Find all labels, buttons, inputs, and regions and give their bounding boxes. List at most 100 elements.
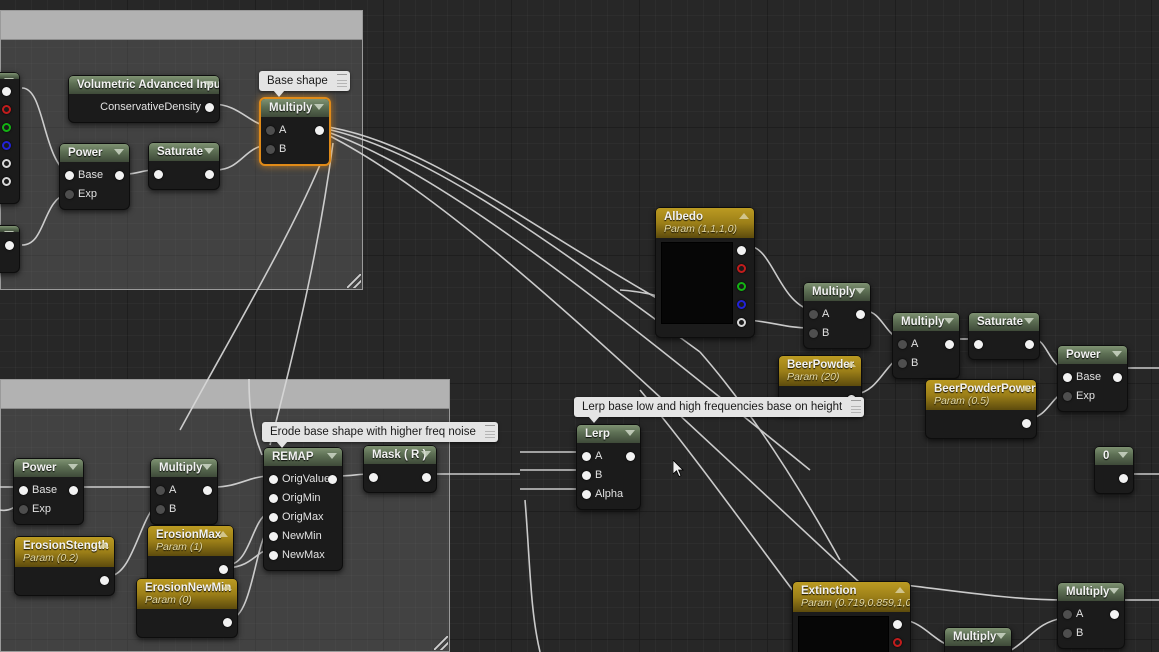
chevron-up-icon[interactable] — [218, 531, 228, 537]
output-pin[interactable] — [1025, 340, 1034, 349]
node-header[interactable]: Power — [60, 144, 129, 162]
node-header[interactable]: Multiply — [893, 313, 959, 331]
node-header[interactable]: Multiply — [151, 459, 217, 477]
output-pin[interactable] — [2, 177, 11, 186]
graph-node[interactable]: Mask ( R ) — [363, 445, 437, 493]
input-pin[interactable] — [156, 486, 165, 495]
chevron-down-icon[interactable] — [327, 453, 337, 459]
output-pin[interactable] — [422, 473, 431, 482]
node-header[interactable]: Power — [1058, 346, 1127, 364]
chevron-up-icon[interactable] — [895, 587, 905, 593]
node-header[interactable]: ErosionNewMin Param (0) — [137, 579, 237, 609]
output-pin[interactable] — [205, 170, 214, 179]
output-pin[interactable] — [2, 123, 11, 132]
input-pin[interactable] — [19, 505, 28, 514]
output-pin[interactable] — [1113, 373, 1122, 382]
graph-node[interactable]: BeerPowderPower Param (0.5) — [925, 379, 1037, 439]
node-header[interactable]: Multiply — [945, 628, 1011, 646]
chevron-down-icon[interactable] — [1109, 588, 1119, 594]
node-header[interactable]: Multiply — [1058, 583, 1124, 601]
graph-node[interactable]: Extinction Param (0.719,0.859,1,0) — [792, 581, 911, 652]
output-pin[interactable] — [737, 318, 746, 327]
chevron-up-icon[interactable] — [739, 213, 749, 219]
chevron-down-icon[interactable] — [996, 633, 1006, 639]
node-header[interactable]: ErosionStength Param (0.2) — [15, 537, 114, 567]
node-header[interactable]: Volumetric Advanced Input — [69, 76, 219, 94]
graph-node[interactable]: Multiply A B — [1057, 582, 1125, 649]
drag-handle-icon[interactable] — [336, 74, 347, 88]
output-pin[interactable] — [2, 105, 11, 114]
node-header[interactable]: Multiply — [261, 99, 329, 117]
node-comment-bubble[interactable]: Lerp base low and high frequencies base … — [574, 397, 865, 423]
graph-node[interactable]: ErosionMax Param (1) — [147, 525, 234, 585]
graph-node[interactable]: ErosionStength Param (0.2) — [14, 536, 115, 596]
output-pin[interactable] — [893, 638, 902, 647]
graph-node[interactable]: Lerp A B Alpha — [576, 424, 641, 510]
output-pin[interactable] — [223, 618, 232, 627]
output-pin[interactable] — [69, 486, 78, 495]
graph-node[interactable]: Saturate — [968, 312, 1040, 360]
chevron-down-icon[interactable] — [204, 81, 214, 87]
input-pin[interactable] — [269, 513, 278, 522]
graph-node[interactable]: Multiply A — [944, 627, 1012, 652]
graph-node[interactable]: REMAP OrigValue OrigMin OrigMax NewMin NewMax — [263, 447, 343, 571]
graph-node[interactable]: Multiply A B — [892, 312, 960, 379]
output-pin[interactable] — [203, 486, 212, 495]
chevron-up-icon[interactable] — [222, 584, 232, 590]
input-pin[interactable] — [19, 486, 28, 495]
node-header[interactable]: Albedo Param (1,1,1,0) — [656, 208, 754, 238]
chevron-down-icon[interactable] — [204, 148, 214, 154]
output-pin[interactable] — [315, 126, 324, 135]
input-pin[interactable] — [369, 473, 378, 482]
node-header[interactable]: Saturate — [969, 313, 1039, 331]
output-pin[interactable] — [2, 87, 11, 96]
node-header[interactable]: Extinction Param (0.719,0.859,1,0) — [793, 582, 910, 612]
node-header[interactable]: Power — [14, 459, 83, 477]
output-pin[interactable] — [1119, 474, 1128, 483]
chevron-down-icon[interactable] — [1112, 351, 1122, 357]
node-comment-bubble[interactable]: Base shape — [259, 71, 350, 97]
output-pin[interactable] — [1022, 419, 1031, 428]
input-pin[interactable] — [269, 532, 278, 541]
input-pin[interactable] — [1063, 629, 1072, 638]
drag-handle-icon[interactable] — [851, 400, 862, 414]
node-header[interactable]: BeerPowder Param (20) — [779, 356, 861, 386]
output-pin[interactable] — [5, 241, 14, 250]
input-pin[interactable] — [1063, 373, 1072, 382]
input-pin[interactable] — [269, 475, 278, 484]
chevron-up-icon[interactable] — [1021, 385, 1031, 391]
output-pin[interactable] — [115, 171, 124, 180]
graph-node[interactable]: ErosionNewMin Param (0) — [136, 578, 238, 638]
input-pin[interactable] — [65, 171, 74, 180]
graph-node[interactable]: Multiply A B — [259, 97, 331, 166]
chevron-down-icon[interactable] — [421, 451, 431, 457]
graph-node[interactable]: 0 — [1094, 446, 1134, 494]
chevron-down-icon[interactable] — [855, 288, 865, 294]
input-pin[interactable] — [1063, 610, 1072, 619]
output-pin[interactable] — [219, 565, 228, 574]
input-pin[interactable] — [154, 170, 163, 179]
chevron-down-icon[interactable] — [68, 464, 78, 470]
graph-node[interactable] — [0, 225, 20, 273]
node-header[interactable]: Saturate — [149, 143, 219, 161]
output-pin[interactable] — [893, 620, 902, 629]
output-pin[interactable] — [737, 246, 746, 255]
graph-node[interactable]: Multiply A B — [803, 282, 871, 349]
drag-handle-icon[interactable] — [484, 425, 495, 439]
input-pin[interactable] — [269, 551, 278, 560]
graph-node[interactable] — [0, 72, 20, 204]
output-pin[interactable] — [737, 282, 746, 291]
node-graph-canvas[interactable]: Volumetric Advanced Input ConservativeDen… — [0, 0, 1159, 652]
chevron-down-icon[interactable] — [202, 464, 212, 470]
output-pin[interactable] — [737, 300, 746, 309]
output-pin[interactable] — [856, 310, 865, 319]
chevron-down-icon[interactable] — [1118, 452, 1128, 458]
input-pin[interactable] — [266, 126, 275, 135]
node-header[interactable]: 0 — [1095, 447, 1133, 465]
input-pin[interactable] — [269, 494, 278, 503]
node-comment-bubble[interactable]: Erode base shape with higher freq noise — [262, 422, 498, 448]
node-header[interactable]: REMAP — [264, 448, 342, 466]
input-pin[interactable] — [898, 359, 907, 368]
input-pin[interactable] — [898, 340, 907, 349]
output-pin[interactable] — [945, 340, 954, 349]
